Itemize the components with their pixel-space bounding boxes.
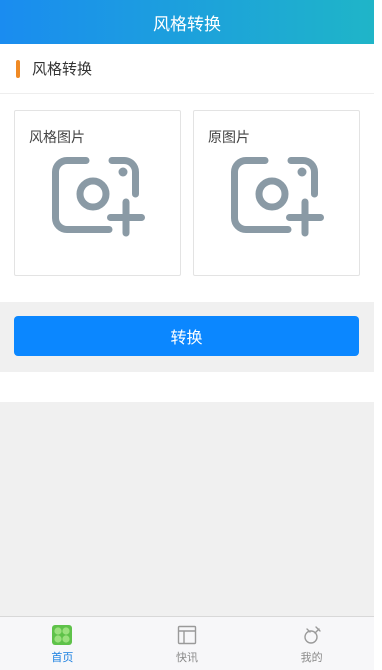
original-image-label: 原图片: [208, 129, 250, 145]
convert-button[interactable]: 转换: [14, 316, 359, 356]
scrollbar[interactable]: [374, 0, 382, 670]
header-bar: 风格转换: [0, 0, 374, 44]
section-accent-bar: [16, 59, 20, 78]
home-grid-icon: [52, 625, 73, 645]
image-card-row: 风格图片 原图片: [0, 94, 374, 302]
style-image-upload-card[interactable]: 风格图片: [14, 110, 181, 276]
news-layout-icon: [177, 625, 197, 645]
tab-news-label: 快讯: [176, 652, 198, 664]
original-image-upload-card[interactable]: 原图片: [193, 110, 360, 276]
tab-news[interactable]: 快讯: [125, 617, 250, 670]
tab-home[interactable]: 首页: [0, 617, 125, 670]
style-image-label: 风格图片: [29, 129, 85, 145]
page-title: 风格转换: [153, 14, 221, 34]
section-title: 风格转换: [32, 61, 93, 78]
main-content: 风格转换 风格图片 原图片: [0, 44, 374, 302]
tab-home-label: 首页: [51, 652, 74, 664]
app-root: 风格转换 风格转换 风格图片 原图片 转换 首页 快讯 我的: [0, 0, 374, 670]
bottom-tab-bar: 首页 快讯 我的: [0, 616, 374, 670]
tab-profile[interactable]: 我的: [249, 617, 374, 670]
tab-profile-label: 我的: [300, 652, 323, 664]
add-photo-icon: [231, 157, 324, 237]
content-footer-strip: [0, 372, 374, 402]
section-header: 风格转换: [0, 44, 374, 94]
action-area: 转换: [0, 302, 374, 372]
profile-icon: [303, 626, 321, 644]
add-photo-icon: [52, 157, 145, 237]
